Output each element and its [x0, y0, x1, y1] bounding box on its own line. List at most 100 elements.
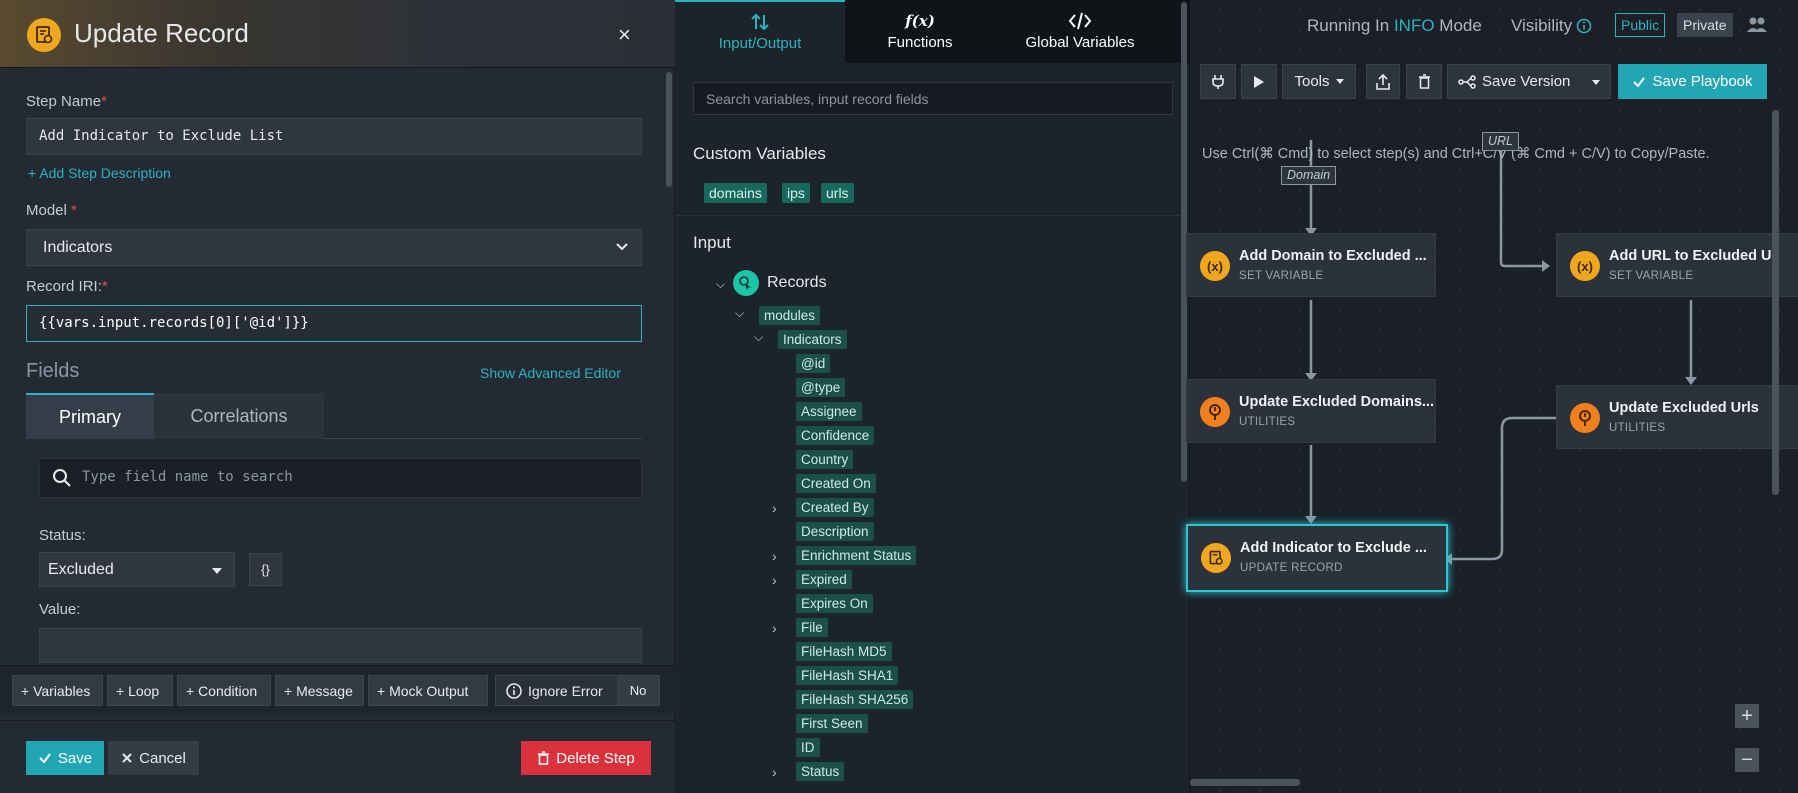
close-icon[interactable]: ×	[618, 22, 631, 48]
tree-field-item[interactable]: FileHash SHA1	[796, 666, 899, 685]
node-add-url[interactable]: (x) Add URL to Excluded Ul SET VARIABLE	[1556, 233, 1798, 297]
sort-arrows-icon	[751, 13, 769, 31]
canvas-vertical-scrollbar[interactable]	[1772, 110, 1779, 495]
tree-field-item[interactable]: FileHash MD5	[796, 642, 892, 661]
tree-field-item[interactable]: Country	[796, 450, 854, 469]
custom-var-chip[interactable]: domains	[704, 183, 767, 203]
custom-var-chip[interactable]: ips	[782, 183, 810, 203]
tab-primary[interactable]: Primary	[26, 393, 154, 439]
tree-item-records-label: Records	[767, 274, 827, 291]
chevron-right-icon[interactable]: ›	[772, 548, 777, 564]
node-add-indicator[interactable]: Add Indicator to Exclude ... UPDATE RECO…	[1186, 524, 1448, 592]
tree-field-item[interactable]: File	[796, 618, 828, 637]
chevron-down-icon[interactable]: ⌵	[735, 306, 744, 321]
public-toggle[interactable]: Public	[1615, 13, 1666, 37]
tree-field-item[interactable]: Expires On	[796, 594, 873, 613]
trash-icon	[538, 751, 550, 765]
show-advanced-editor-link[interactable]: Show Advanced Editor	[480, 365, 621, 381]
expression-toggle-button[interactable]: {}	[249, 553, 282, 586]
tree-field-item[interactable]: Created By	[796, 498, 874, 517]
tree-field-item[interactable]: ID	[796, 738, 820, 757]
node-subtitle: UTILITIES	[1609, 422, 1666, 434]
value-input[interactable]	[39, 628, 642, 663]
record-iri-input[interactable]: {{vars.input.records[0]['@id']}}	[26, 305, 642, 342]
custom-variables-title: Custom Variables	[693, 144, 826, 163]
model-select[interactable]: Indicators	[26, 229, 642, 266]
zoom-out-button[interactable]: −	[1735, 748, 1759, 772]
debug-button[interactable]	[1200, 64, 1236, 99]
users-icon[interactable]	[1746, 15, 1768, 35]
add-loop-button[interactable]: + Loop	[107, 675, 173, 706]
add-message-button[interactable]: + Message	[275, 675, 364, 706]
caret-down-icon[interactable]	[1592, 80, 1600, 85]
add-variables-button[interactable]: + Variables	[12, 675, 103, 706]
tree-field-item[interactable]: Confidence	[796, 426, 875, 445]
run-button[interactable]	[1241, 64, 1277, 99]
tab-global-variables[interactable]: Global Variables	[995, 0, 1165, 63]
node-title: Update Excluded Domains...	[1239, 394, 1434, 410]
tools-label: Tools	[1294, 73, 1330, 90]
chevron-right-icon[interactable]: ›	[772, 764, 777, 780]
panel-scrollbar[interactable]	[666, 72, 672, 187]
tab-functions[interactable]: f(x) Functions	[845, 0, 995, 63]
tab-correlations[interactable]: Correlations	[154, 393, 324, 439]
node-subtitle: UPDATE RECORD	[1240, 562, 1343, 574]
save-version-menu[interactable]: Save Version	[1447, 64, 1611, 99]
update-record-icon	[27, 18, 61, 52]
save-button[interactable]: Save	[26, 741, 104, 775]
trash-icon	[1418, 74, 1430, 89]
save-version-label: Save Version	[1482, 73, 1571, 90]
chevron-right-icon[interactable]: ›	[772, 500, 777, 516]
tree-field-item[interactable]: Expired	[796, 570, 852, 589]
node-add-domain[interactable]: (x) Add Domain to Excluded ... SET VARIA…	[1186, 233, 1436, 297]
field-search-input[interactable]: Type field name to search	[39, 458, 642, 498]
zoom-in-button[interactable]: +	[1735, 704, 1759, 728]
ignore-error-value[interactable]: No	[617, 676, 659, 705]
add-step-description-link[interactable]: + Add Step Description	[28, 165, 171, 181]
save-playbook-button[interactable]: Save Playbook	[1618, 64, 1767, 99]
utilities-icon	[1570, 403, 1600, 433]
tree-field-item[interactable]: @type	[796, 378, 846, 397]
update-record-panel: Update Record × Step Name* Add Indicator…	[0, 0, 675, 793]
tree-field-item[interactable]: First Seen	[796, 714, 868, 733]
canvas-horizontal-scrollbar[interactable]	[1190, 779, 1300, 786]
variable-icon: (x)	[1200, 251, 1230, 281]
chevron-right-icon[interactable]: ›	[772, 620, 777, 636]
tree-field-item[interactable]: Status	[796, 762, 845, 781]
node-update-domains[interactable]: Update Excluded Domains... UTILITIES	[1186, 379, 1436, 443]
close-icon	[122, 753, 132, 763]
tree-item-modules[interactable]: modules	[759, 306, 821, 325]
tab-input-output[interactable]: Input/Output	[675, 0, 845, 63]
chevron-down-icon[interactable]: ⌵	[754, 330, 763, 345]
tab-input-output-label: Input/Output	[718, 35, 802, 52]
play-icon	[1254, 75, 1264, 88]
chevron-down-icon[interactable]: ⌵	[716, 277, 725, 292]
tools-menu[interactable]: Tools	[1282, 64, 1356, 99]
add-condition-button[interactable]: + Condition	[177, 675, 271, 706]
delete-playbook-button[interactable]	[1406, 64, 1442, 99]
node-update-urls[interactable]: Update Excluded Urls UTILITIES	[1556, 385, 1798, 449]
running-mode-indicator: Running In INFO Mode	[1307, 16, 1482, 35]
tree-item-records[interactable]: Records	[733, 270, 827, 296]
cancel-button[interactable]: Cancel	[108, 741, 199, 775]
playbook-canvas[interactable]: (x) Add Domain to Excluded ... SET VARIA…	[1186, 0, 1798, 793]
tree-field-item[interactable]: Created On	[796, 474, 876, 493]
export-button[interactable]	[1366, 64, 1400, 99]
chevron-right-icon[interactable]: ›	[772, 572, 777, 588]
ignore-error-toggle[interactable]: Ignore Error No	[495, 675, 660, 706]
custom-var-chip[interactable]: urls	[821, 183, 854, 203]
tree-field-item[interactable]: Enrichment Status	[796, 546, 917, 565]
step-name-input[interactable]: Add Indicator to Exclude List	[26, 118, 642, 155]
tree-field-item[interactable]: Assignee	[796, 402, 862, 421]
add-mock-output-button[interactable]: + Mock Output	[368, 675, 488, 706]
node-subtitle: UTILITIES	[1239, 416, 1296, 428]
private-toggle[interactable]: Private	[1677, 13, 1733, 37]
tree-item-indicators[interactable]: Indicators	[778, 330, 847, 349]
tree-field-item[interactable]: Description	[796, 522, 874, 541]
node-subtitle: SET VARIABLE	[1609, 270, 1694, 282]
delete-step-button[interactable]: Delete Step	[521, 741, 651, 775]
tree-field-item[interactable]: @id	[796, 354, 831, 373]
variables-search-input[interactable]: Search variables, input record fields	[693, 82, 1173, 115]
status-select[interactable]: Excluded	[39, 552, 235, 587]
tree-field-item[interactable]: FileHash SHA256	[796, 690, 914, 709]
